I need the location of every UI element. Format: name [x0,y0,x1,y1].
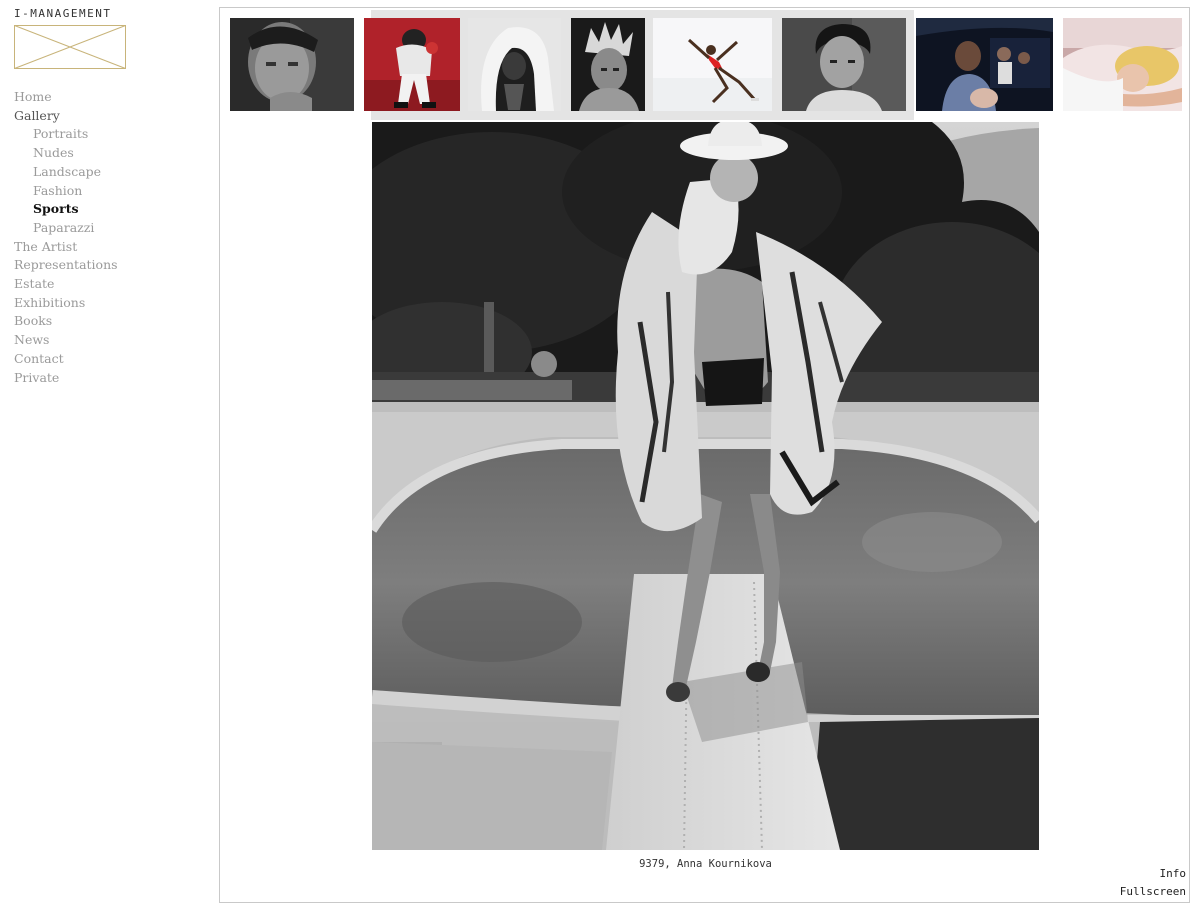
nav-news[interactable]: News [14,331,118,350]
thumbnail-3[interactable] [468,18,561,111]
nav-estate[interactable]: Estate [14,275,118,294]
nav-landscape[interactable]: Landscape [14,163,118,182]
thumbnail-1[interactable] [230,18,354,111]
logo-icon[interactable] [14,25,126,69]
gallery-frame: 9379, Anna Kournikova Info Fullscreen [219,7,1190,903]
photo-caption: 9379, Anna Kournikova [639,858,772,870]
nav-home[interactable]: Home [14,88,118,107]
nav-the-artist[interactable]: The Artist [14,238,118,257]
main-photo[interactable] [372,122,1039,850]
thumbnail-7[interactable] [916,18,1053,111]
nav-gallery[interactable]: Gallery [14,107,118,126]
nav-portraits[interactable]: Portraits [14,125,118,144]
thumbnail-2[interactable] [364,18,460,111]
nav-contact[interactable]: Contact [14,350,118,369]
main-nav: Home Gallery Portraits Nudes Landscape F… [14,88,118,387]
nav-books[interactable]: Books [14,312,118,331]
nav-sports[interactable]: Sports [14,200,118,219]
nav-nudes[interactable]: Nudes [14,144,118,163]
info-button[interactable]: Info [1160,867,1187,880]
nav-private[interactable]: Private [14,369,118,388]
thumbnail-5[interactable] [653,18,772,111]
thumbnail-8[interactable] [1063,18,1182,111]
nav-fashion[interactable]: Fashion [14,182,118,201]
brand-name[interactable]: I-MANAGEMENT [14,7,111,21]
thumbnail-strip [220,8,1189,120]
thumbnail-6[interactable] [782,18,906,111]
nav-representations[interactable]: Representations [14,256,118,275]
thumbnail-4[interactable] [571,18,645,111]
fullscreen-button[interactable]: Fullscreen [1120,885,1186,898]
nav-paparazzi[interactable]: Paparazzi [14,219,118,238]
nav-exhibitions[interactable]: Exhibitions [14,294,118,313]
